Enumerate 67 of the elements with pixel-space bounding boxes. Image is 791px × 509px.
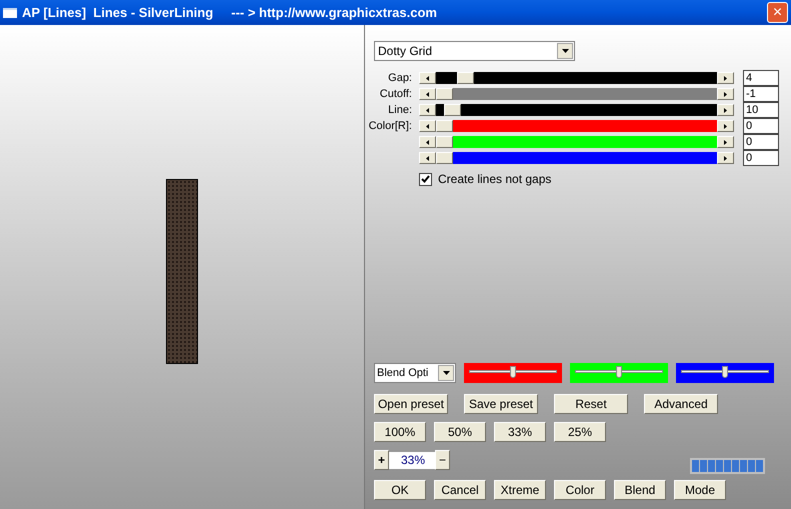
window-icon <box>3 8 17 18</box>
scroll-right-button[interactable] <box>717 88 734 100</box>
zoom-button[interactable]: 50% <box>434 422 486 442</box>
zoom-button[interactable]: 100% <box>374 422 426 442</box>
scroll-right-button[interactable] <box>717 152 734 164</box>
left-arrow-icon <box>426 92 429 96</box>
scroll-right-button[interactable] <box>717 72 734 84</box>
blend-dropdown[interactable]: Blend Opti <box>374 363 456 383</box>
slider-thumb[interactable] <box>510 366 516 378</box>
dialog-button[interactable]: Cancel <box>434 480 486 500</box>
window-title: AP [Lines] Lines - SilverLining --- > http://www.graphicxtras.com <box>22 4 438 22</box>
left-arrow-icon <box>426 140 429 144</box>
preset-button[interactable]: Save preset <box>464 394 538 414</box>
preset-button[interactable]: Open preset <box>374 394 448 414</box>
scroll-right-button[interactable] <box>717 120 734 132</box>
blend-slider[interactable] <box>464 363 562 383</box>
checkbox[interactable] <box>419 172 432 186</box>
close-button[interactable]: × <box>767 2 788 23</box>
zoom-out-button[interactable]: − <box>435 450 450 470</box>
slider-label: Cutoff: <box>380 86 412 102</box>
preset-button[interactable]: Reset <box>554 394 628 414</box>
dialog-button[interactable]: OK <box>374 480 426 500</box>
scroll-right-button[interactable] <box>717 104 734 116</box>
dialog-button[interactable]: Blend <box>614 480 666 500</box>
blend-slider[interactable] <box>570 363 668 383</box>
value-field[interactable]: 10 <box>743 102 779 118</box>
left-arrow-icon <box>426 156 429 160</box>
dialog-button[interactable]: Xtreme <box>494 480 546 500</box>
blend-slider[interactable] <box>676 363 774 383</box>
dropdown-value: Blend Opti <box>376 366 430 381</box>
scroll-left-button[interactable] <box>419 72 436 84</box>
value-field[interactable]: 4 <box>743 70 779 86</box>
right-arrow-icon <box>724 124 727 128</box>
checkbox-label: Create lines not gaps <box>438 171 552 188</box>
right-arrow-icon <box>724 92 727 96</box>
preset-dropdown[interactable]: Dotty Grid <box>374 41 575 61</box>
left-arrow-icon <box>426 124 429 128</box>
value-field[interactable]: -1 <box>743 86 779 102</box>
preset-button[interactable]: Advanced <box>644 394 718 414</box>
value-field[interactable]: 0 <box>743 150 779 166</box>
scroll-left-button[interactable] <box>419 88 436 100</box>
scroll-right-button[interactable] <box>717 136 734 148</box>
left-arrow-icon <box>426 108 429 112</box>
right-arrow-icon <box>724 140 727 144</box>
zoom-button[interactable]: 25% <box>554 422 606 442</box>
dialog-button[interactable]: Color <box>554 480 606 500</box>
right-arrow-icon <box>724 76 727 80</box>
scroll-left-button[interactable] <box>419 152 436 164</box>
slider-thumb[interactable] <box>722 366 728 378</box>
dropdown-value: Dotty Grid <box>377 43 434 60</box>
slider-label: Gap: <box>388 70 412 86</box>
scroll-left-button[interactable] <box>419 136 436 148</box>
zoom-in-button[interactable]: + <box>374 450 389 470</box>
slider-label: Line: <box>388 102 412 118</box>
check-icon <box>421 175 430 183</box>
value-field[interactable]: 0 <box>743 134 779 150</box>
right-arrow-icon <box>724 108 727 112</box>
slider-thumb[interactable] <box>616 366 622 378</box>
scroll-left-button[interactable] <box>419 104 436 116</box>
value-field[interactable]: 0 <box>743 118 779 134</box>
dialog-button[interactable]: Mode <box>674 480 726 500</box>
scroll-left-button[interactable] <box>419 120 436 132</box>
slider-label: Color[R]: <box>368 118 412 134</box>
left-arrow-icon <box>426 76 429 80</box>
zoom-button[interactable]: 33% <box>494 422 546 442</box>
right-arrow-icon <box>724 156 727 160</box>
zoom-field[interactable]: 33% <box>389 452 435 468</box>
